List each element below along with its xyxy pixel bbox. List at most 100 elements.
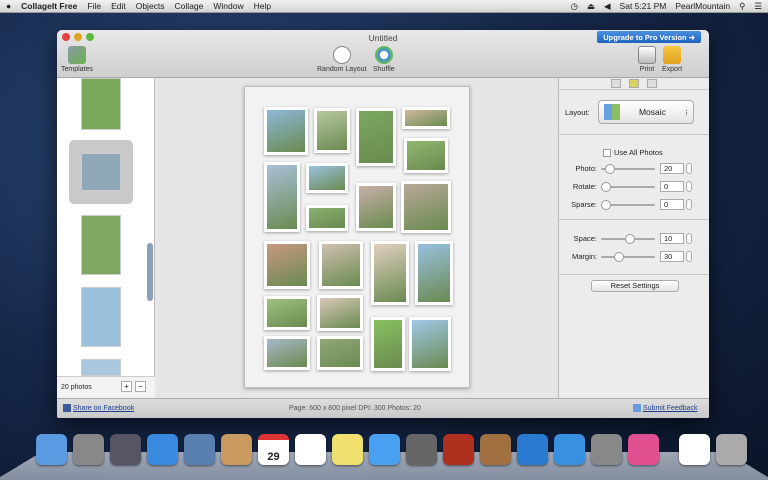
slider[interactable] xyxy=(601,233,655,244)
slider-knob[interactable] xyxy=(601,199,611,210)
time-machine-icon[interactable]: ◷ xyxy=(571,1,578,12)
stepper[interactable] xyxy=(686,199,692,210)
slider[interactable] xyxy=(601,163,655,174)
shuffle-button[interactable]: Shuffle xyxy=(373,46,395,73)
collageit-icon[interactable] xyxy=(628,434,659,465)
value-field[interactable]: 0 xyxy=(660,199,684,210)
tab-layout-icon[interactable] xyxy=(611,79,621,88)
collage-photo[interactable] xyxy=(264,107,308,155)
value-field[interactable]: 0 xyxy=(660,181,684,192)
iphoto-icon[interactable] xyxy=(480,434,511,465)
stepper[interactable] xyxy=(686,233,692,244)
photo-thumbnail[interactable] xyxy=(81,153,121,191)
collage-photo[interactable] xyxy=(319,241,363,289)
collage-photo[interactable] xyxy=(264,336,310,370)
slider[interactable] xyxy=(601,199,655,210)
notification-center-icon[interactable]: ☰ xyxy=(754,1,762,12)
finder-icon[interactable] xyxy=(36,434,67,465)
photo-thumbnail[interactable] xyxy=(81,215,121,275)
use-all-photos-checkbox[interactable] xyxy=(603,148,611,157)
system-preferences-icon[interactable] xyxy=(591,434,622,465)
tab-photo-icon[interactable] xyxy=(629,79,639,88)
value-field[interactable]: 20 xyxy=(660,163,684,174)
app-store-icon[interactable] xyxy=(554,434,585,465)
collage-photo[interactable] xyxy=(306,205,348,231)
user-menu[interactable]: PearlMountain xyxy=(675,1,730,11)
reminders-icon[interactable] xyxy=(295,434,326,465)
collage-photo[interactable] xyxy=(264,241,310,289)
collage-photo[interactable] xyxy=(356,108,396,166)
collage-photo[interactable] xyxy=(371,317,405,371)
slider[interactable] xyxy=(601,181,655,192)
collage-page[interactable] xyxy=(244,86,470,388)
eject-icon[interactable]: ⏏ xyxy=(587,1,595,12)
export-button[interactable]: Export xyxy=(662,46,682,73)
calendar-icon[interactable]: 29 xyxy=(258,434,289,465)
submit-feedback-link[interactable]: Submit Feedback xyxy=(643,405,697,412)
collage-photo[interactable] xyxy=(317,336,363,370)
photo-thumbnail[interactable] xyxy=(81,78,121,130)
mail-icon[interactable] xyxy=(184,434,215,465)
collage-photo[interactable] xyxy=(264,162,300,232)
slider-knob[interactable] xyxy=(614,251,625,262)
collage-photo[interactable] xyxy=(264,296,310,330)
slider-knob[interactable] xyxy=(605,163,616,174)
collage-photo[interactable] xyxy=(371,241,409,305)
tab-page-icon[interactable] xyxy=(647,79,657,88)
collage-photo[interactable] xyxy=(306,163,348,193)
safari-icon[interactable] xyxy=(147,434,178,465)
add-photo-button[interactable]: + xyxy=(121,381,132,392)
apple-menu-icon[interactable]: ● xyxy=(6,1,11,11)
photo-thumbnail[interactable] xyxy=(81,287,121,347)
collage-photo[interactable] xyxy=(356,183,396,231)
collage-photo[interactable] xyxy=(402,107,450,129)
print-button[interactable]: Print xyxy=(638,46,656,73)
layout-select[interactable]: Mosaic ⁝ xyxy=(597,100,694,124)
stepper[interactable] xyxy=(686,163,692,174)
collage-photo[interactable] xyxy=(317,295,363,331)
stepper[interactable] xyxy=(686,251,692,262)
templates-button[interactable]: Templates xyxy=(61,46,93,73)
scrollbar[interactable] xyxy=(147,243,153,301)
itunes-icon[interactable] xyxy=(517,434,548,465)
share-on-facebook-link[interactable]: Share on Facebook xyxy=(73,405,134,412)
clock[interactable]: Sat 5:21 PM xyxy=(620,1,667,11)
random-layout-button[interactable]: Random Layout xyxy=(317,46,366,73)
slider-knob[interactable] xyxy=(625,233,636,244)
upgrade-button[interactable]: Upgrade to Pro Version ➜ xyxy=(597,31,701,43)
menu-window[interactable]: Window xyxy=(213,1,243,11)
collage-photo[interactable] xyxy=(409,317,451,371)
menu-file[interactable]: File xyxy=(87,1,101,11)
messages-icon[interactable] xyxy=(369,434,400,465)
menu-edit[interactable]: Edit xyxy=(111,1,126,11)
value-field[interactable]: 10 xyxy=(660,233,684,244)
notes-icon[interactable] xyxy=(332,434,363,465)
remove-photo-button[interactable]: − xyxy=(135,381,146,392)
trash-icon[interactable] xyxy=(716,434,747,465)
menu-objects[interactable]: Objects xyxy=(136,1,165,11)
launchpad-icon[interactable] xyxy=(73,434,104,465)
menu-collage[interactable]: Collage xyxy=(175,1,204,11)
slider-knob[interactable] xyxy=(601,181,611,192)
layout-label: Layout: xyxy=(565,107,590,117)
value-field[interactable]: 30 xyxy=(660,251,684,262)
stepper[interactable] xyxy=(686,181,692,192)
facetime-icon[interactable] xyxy=(406,434,437,465)
photo-list[interactable]: 20 photos + − xyxy=(57,78,155,398)
photo-booth-icon[interactable] xyxy=(443,434,474,465)
collage-photo[interactable] xyxy=(404,138,448,173)
menu-help[interactable]: Help xyxy=(254,1,271,11)
photo-thumbnail[interactable] xyxy=(81,359,121,376)
volume-icon[interactable]: ◀ xyxy=(604,1,611,12)
collage-photo[interactable] xyxy=(415,241,453,305)
slider[interactable] xyxy=(601,251,655,262)
documents-icon[interactable] xyxy=(679,434,710,465)
reset-settings-button[interactable]: Reset Settings xyxy=(591,280,679,292)
spotlight-icon[interactable]: ⚲ xyxy=(739,1,745,12)
mission-control-icon[interactable] xyxy=(110,434,141,465)
menu-app-name[interactable]: CollageIt Free xyxy=(21,1,77,11)
contacts-icon[interactable] xyxy=(221,434,252,465)
slider-row-rotate: Rotate: 0 xyxy=(559,181,692,192)
collage-photo[interactable] xyxy=(314,108,350,153)
collage-photo[interactable] xyxy=(401,181,451,233)
